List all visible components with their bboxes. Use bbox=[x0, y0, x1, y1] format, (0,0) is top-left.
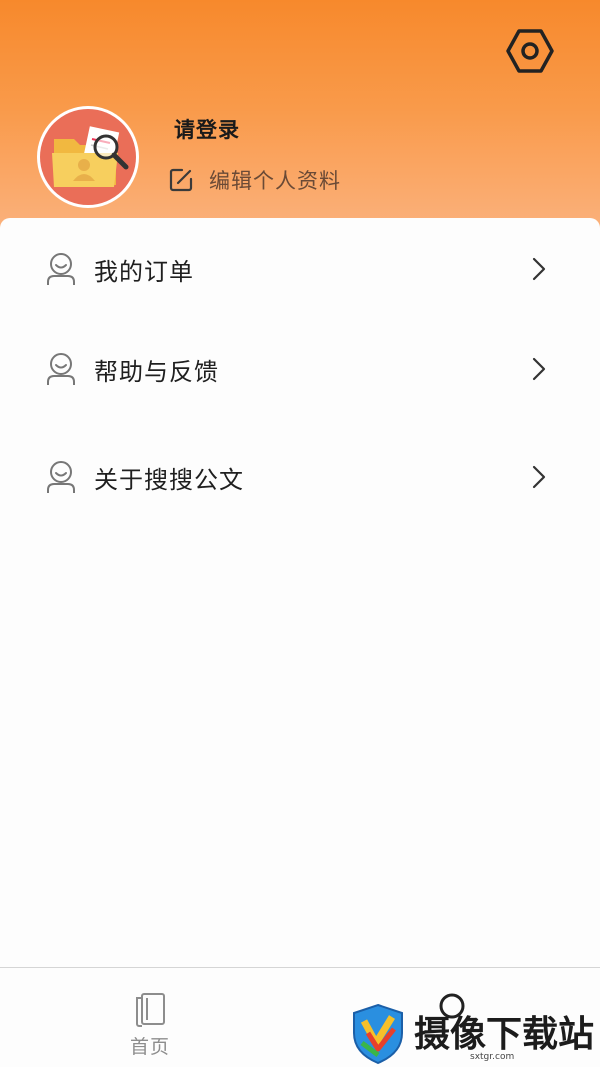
edit-profile-label: 编辑个人资料 bbox=[209, 169, 341, 193]
menu-item-label: 关于搜搜公文 bbox=[94, 465, 244, 494]
watermark: 摄像下载站 sxtgr.com bbox=[350, 1000, 600, 1067]
menu-item-about[interactable]: 关于搜搜公文 bbox=[0, 442, 600, 512]
chevron-right-icon bbox=[532, 357, 546, 381]
user-icon bbox=[47, 461, 75, 493]
menu-card: 我的订单 帮助与反馈 关于搜搜公文 bbox=[0, 218, 600, 968]
menu-item-label: 帮助与反馈 bbox=[94, 357, 219, 386]
login-prompt[interactable]: 请登录 bbox=[174, 114, 240, 144]
menu-item-help-feedback[interactable]: 帮助与反馈 bbox=[0, 334, 600, 404]
user-icon bbox=[47, 353, 75, 385]
menu-item-my-orders[interactable]: 我的订单 bbox=[0, 234, 600, 304]
watermark-text: 摄像下载站 bbox=[414, 1012, 595, 1055]
user-icon bbox=[47, 253, 75, 285]
watermark-shield-logo-icon bbox=[353, 1003, 403, 1064]
profile-header: 请登录 编辑个人资料 bbox=[0, 0, 600, 240]
tab-home-label: 首页 bbox=[129, 1036, 170, 1058]
chevron-right-icon bbox=[532, 465, 546, 489]
edit-icon bbox=[169, 168, 193, 192]
settings-hexagon-icon bbox=[506, 29, 554, 73]
edit-profile-link[interactable]: 编辑个人资料 bbox=[168, 163, 341, 197]
settings-button[interactable] bbox=[505, 26, 555, 76]
chevron-right-icon bbox=[532, 257, 546, 281]
document-icon bbox=[136, 993, 165, 1027]
tab-home[interactable]: 首页 bbox=[120, 992, 180, 1060]
avatar[interactable] bbox=[37, 106, 139, 208]
watermark-url: sxtgr.com bbox=[470, 1052, 515, 1062]
avatar-folder-image bbox=[40, 109, 136, 205]
menu-item-label: 我的订单 bbox=[94, 257, 194, 286]
